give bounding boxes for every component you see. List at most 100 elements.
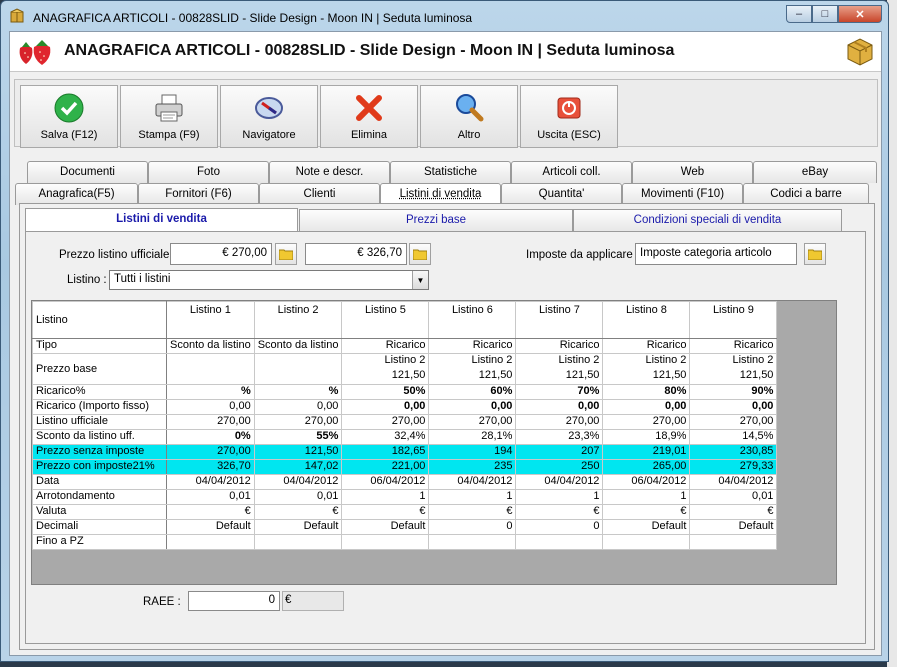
chevron-down-icon[interactable]: ▼	[412, 271, 428, 289]
table-cell[interactable]: 250	[515, 459, 604, 475]
table-cell[interactable]: Ricarico	[689, 338, 778, 354]
tab-ebay[interactable]: eBay	[753, 161, 877, 183]
title-bar[interactable]: ANAGRAFICA ARTICOLI - 00828SLID - Slide …	[1, 1, 888, 31]
table-cell[interactable]: 04/04/2012	[515, 474, 604, 490]
table-cell[interactable]: 0,00	[166, 399, 255, 415]
exit-button[interactable]: Uscita (ESC)	[520, 85, 618, 148]
table-cell[interactable]: 04/04/2012	[428, 474, 517, 490]
table-cell[interactable]: 1	[341, 489, 430, 505]
tab-quantita[interactable]: Quantita'	[501, 183, 622, 205]
table-cell[interactable]: 55%	[253, 429, 343, 445]
table-cell[interactable]: 270,00	[166, 414, 255, 430]
table-cell[interactable]: Default	[689, 519, 778, 535]
table-cell[interactable]: 0,01	[253, 489, 343, 505]
table-cell[interactable]: 50%	[341, 384, 430, 400]
table-cell[interactable]: Sconto da listino	[253, 338, 343, 354]
table-cell[interactable]: Listino 2 121,50	[428, 353, 517, 385]
table-cell[interactable]: 04/04/2012	[689, 474, 778, 490]
table-cell[interactable]: 235	[428, 459, 517, 475]
table-cell[interactable]: 14,5%	[689, 429, 778, 445]
listino-select[interactable]: Tutti i listini ▼	[109, 270, 429, 290]
table-cell[interactable]: Ricarico	[515, 338, 604, 354]
column-header[interactable]: Listino 8	[602, 301, 691, 339]
tab-documenti[interactable]: Documenti	[27, 161, 148, 183]
table-cell[interactable]: 265,00	[602, 459, 691, 475]
table-cell[interactable]	[166, 353, 255, 385]
table-cell[interactable]: 182,65	[341, 444, 430, 460]
table-cell[interactable]: 194	[428, 444, 517, 460]
table-cell[interactable]: 0%	[166, 429, 255, 445]
column-header[interactable]: Listino 5	[341, 301, 430, 339]
maximize-button[interactable]: □	[812, 5, 838, 23]
table-cell[interactable]: 219,01	[602, 444, 691, 460]
table-cell[interactable]: Ricarico	[341, 338, 430, 354]
minimize-button[interactable]: –	[786, 5, 812, 23]
table-cell[interactable]: 06/04/2012	[602, 474, 691, 490]
table-cell[interactable]: Ricarico	[428, 338, 517, 354]
tab-web[interactable]: Web	[632, 161, 753, 183]
table-cell[interactable]: 0,01	[166, 489, 255, 505]
imposte-field[interactable]: Imposte categoria articolo	[635, 243, 797, 265]
tab-fornitori[interactable]: Fornitori (F6)	[138, 183, 259, 205]
column-header[interactable]: Listino 7	[515, 301, 604, 339]
table-cell[interactable]: Default	[253, 519, 343, 535]
table-cell[interactable]: 0,00	[253, 399, 343, 415]
table-cell[interactable]: €	[253, 504, 343, 520]
table-cell[interactable]: 1	[515, 489, 604, 505]
table-cell[interactable]	[341, 534, 430, 550]
table-cell[interactable]: €	[689, 504, 778, 520]
tab-statistiche[interactable]: Statistiche	[390, 161, 511, 183]
tab-note[interactable]: Note e descr.	[269, 161, 390, 183]
table-cell[interactable]: 270,00	[428, 414, 517, 430]
table-cell[interactable]	[689, 534, 778, 550]
table-cell[interactable]	[253, 353, 343, 385]
table-cell[interactable]: 1	[602, 489, 691, 505]
tab-foto[interactable]: Foto	[148, 161, 269, 183]
table-cell[interactable]	[428, 534, 517, 550]
table-cell[interactable]: 18,9%	[602, 429, 691, 445]
table-cell[interactable]: Default	[602, 519, 691, 535]
table-cell[interactable]: 121,50	[253, 444, 343, 460]
folder-button-3[interactable]	[804, 243, 826, 265]
table-cell[interactable]: 0,00	[341, 399, 430, 415]
table-cell[interactable]	[515, 534, 604, 550]
table-cell[interactable]: 230,85	[689, 444, 778, 460]
raee-field[interactable]: 0	[188, 591, 280, 611]
table-cell[interactable]: Default	[341, 519, 430, 535]
table-cell[interactable]: 04/04/2012	[166, 474, 255, 490]
delete-button[interactable]: Elimina	[320, 85, 418, 148]
table-cell[interactable]: 0,00	[515, 399, 604, 415]
table-cell[interactable]: 70%	[515, 384, 604, 400]
table-cell[interactable]: €	[166, 504, 255, 520]
table-cell[interactable]: 270,00	[602, 414, 691, 430]
table-cell[interactable]	[602, 534, 691, 550]
table-cell[interactable]: Ricarico	[602, 338, 691, 354]
folder-button-2[interactable]	[409, 243, 431, 265]
table-cell[interactable]: Default	[166, 519, 255, 535]
tab-clienti[interactable]: Clienti	[259, 183, 380, 205]
table-cell[interactable]: 1	[428, 489, 517, 505]
column-header[interactable]: Listino 9	[689, 301, 778, 339]
print-button[interactable]: Stampa (F9)	[120, 85, 218, 148]
column-header[interactable]: Listino 6	[428, 301, 517, 339]
table-cell[interactable]: Listino 2 121,50	[515, 353, 604, 385]
table-cell[interactable]: €	[602, 504, 691, 520]
tab-codici-a-barre[interactable]: Codici a barre	[743, 183, 869, 205]
prezzo-ivato-field[interactable]: € 326,70	[305, 243, 407, 265]
table-cell[interactable]: %	[166, 384, 255, 400]
close-button[interactable]: ✕	[838, 5, 882, 23]
save-button[interactable]: Salva (F12)	[20, 85, 118, 148]
navigator-button[interactable]: Navigatore	[220, 85, 318, 148]
table-cell[interactable]: Listino 2 121,50	[602, 353, 691, 385]
table-cell[interactable]: 04/04/2012	[253, 474, 343, 490]
table-cell[interactable]: 147,02	[253, 459, 343, 475]
table-cell[interactable]: 0,00	[689, 399, 778, 415]
table-cell[interactable]: 270,00	[689, 414, 778, 430]
tab-movimenti[interactable]: Movimenti (F10)	[622, 183, 743, 205]
table-cell[interactable]: 326,70	[166, 459, 255, 475]
table-cell[interactable]: 60%	[428, 384, 517, 400]
prezzo-listino-field[interactable]: € 270,00	[170, 243, 272, 265]
table-cell[interactable]: 0,00	[602, 399, 691, 415]
other-button[interactable]: Altro	[420, 85, 518, 148]
subtab-listini-di-vendita[interactable]: Listini di vendita	[25, 208, 298, 232]
